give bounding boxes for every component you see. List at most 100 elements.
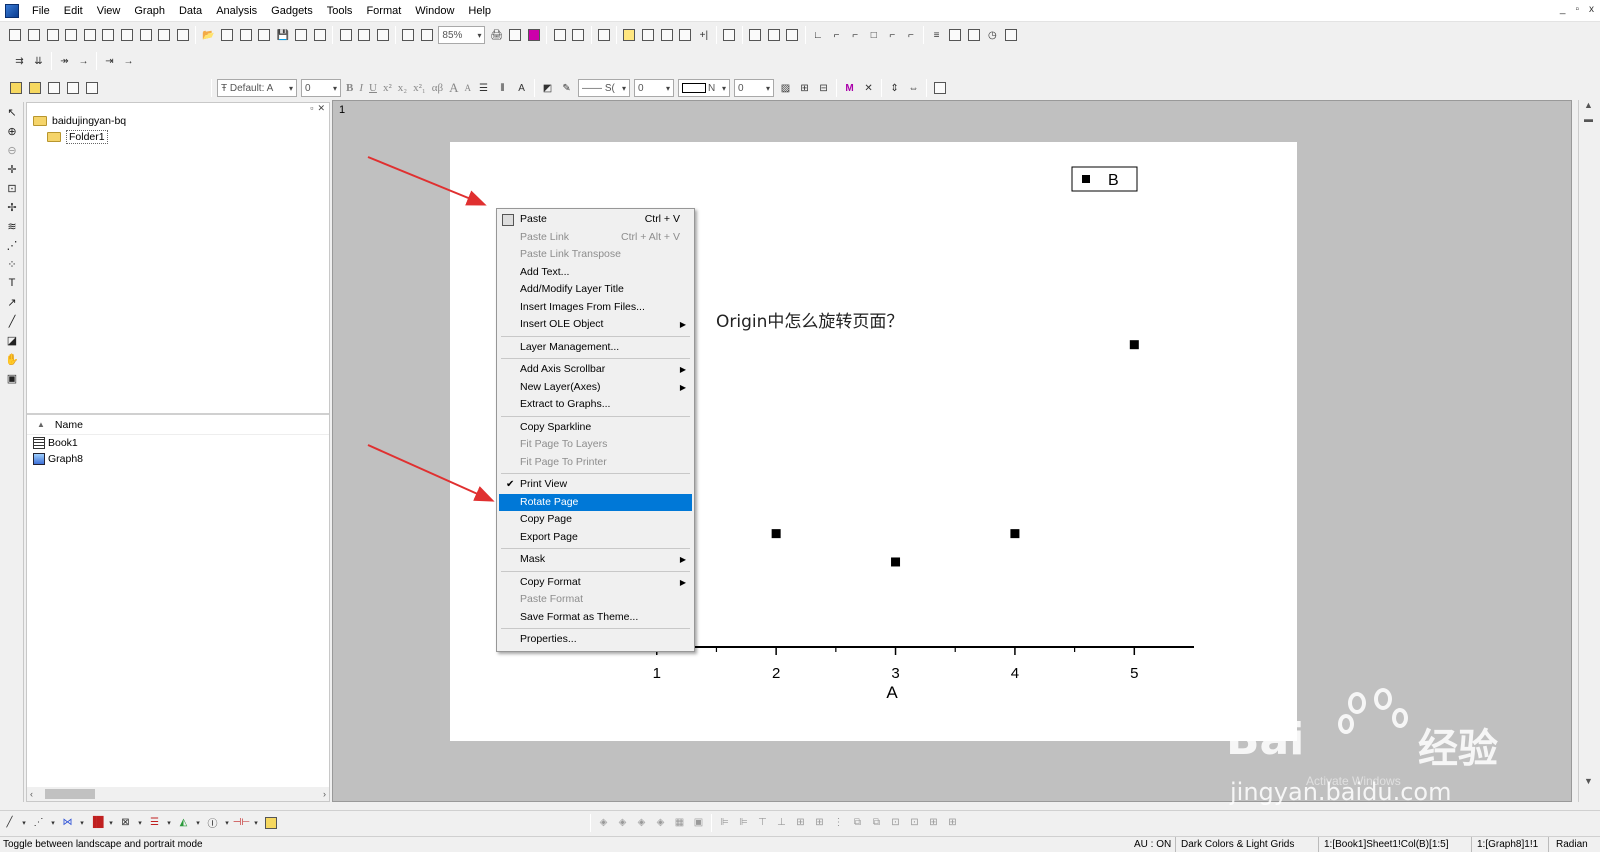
supersub-button[interactable]: x²₁ xyxy=(410,82,429,94)
chevron-down-icon[interactable]: ▾ xyxy=(107,814,115,831)
new-excel-icon[interactable] xyxy=(137,27,154,44)
import-icon[interactable] xyxy=(337,27,354,44)
region-select-icon[interactable]: ⁘ xyxy=(2,255,22,273)
shift-end-icon[interactable]: → xyxy=(120,53,137,70)
pointer-icon[interactable]: ↖ xyxy=(2,103,22,121)
x-tick-label[interactable]: 4 xyxy=(1011,665,1019,682)
scroll-thumb[interactable] xyxy=(45,789,95,799)
tree-root-folder[interactable]: baidujingyan-bq xyxy=(27,113,329,129)
menu-help[interactable]: Help xyxy=(461,0,498,22)
3d-scatter-icon[interactable]: ◈ xyxy=(614,814,631,831)
3d-wire-icon[interactable]: ◈ xyxy=(652,814,669,831)
import-multiple-icon[interactable] xyxy=(375,27,392,44)
chevron-down-icon[interactable]: ▾ xyxy=(78,814,86,831)
align-icon[interactable]: ☰ xyxy=(475,80,492,97)
menu-analysis[interactable]: Analysis xyxy=(209,0,264,22)
line-color-icon[interactable]: ✎ xyxy=(558,80,575,97)
save-window-icon[interactable] xyxy=(293,27,310,44)
polar-plot-icon[interactable]: Ⓘ xyxy=(204,814,221,831)
align-vcenter-icon[interactable]: ⊞ xyxy=(811,814,828,831)
menu-item-extract-to-graphs[interactable]: Extract to Graphs... xyxy=(499,396,692,414)
new-graph-icon[interactable] xyxy=(63,27,80,44)
scroll-left-icon[interactable]: ‹ xyxy=(30,789,33,799)
move-to-end-icon[interactable]: → xyxy=(75,53,92,70)
data-reader-icon[interactable]: ✢ xyxy=(2,198,22,216)
bold-button[interactable]: B xyxy=(343,82,356,94)
contour-icon[interactable]: ▦ xyxy=(671,814,688,831)
mask-points-icon[interactable]: ⋰ xyxy=(2,236,22,254)
align-hcenter-icon[interactable]: ⊞ xyxy=(792,814,809,831)
new-layout-icon[interactable] xyxy=(100,27,117,44)
greek-button[interactable]: αβ xyxy=(429,82,446,94)
zoom-in-icon[interactable]: ⊕ xyxy=(2,122,22,140)
results-log-icon[interactable] xyxy=(551,27,568,44)
duplicate-icon[interactable] xyxy=(400,27,417,44)
save-project-icon[interactable]: 💾 xyxy=(275,27,292,44)
screen-reader-icon[interactable]: ✛ xyxy=(2,160,22,178)
menu-item-mask[interactable]: Mask ▶ xyxy=(499,551,692,569)
status-active-layer[interactable]: 1:[Graph8]1!1 xyxy=(1477,839,1538,850)
menu-item-copy-sparkline[interactable]: Copy Sparkline xyxy=(499,419,692,437)
style-paste-icon[interactable] xyxy=(45,80,62,97)
layer-number[interactable]: 1 xyxy=(339,104,345,116)
new-code-icon[interactable] xyxy=(174,27,191,44)
shape-tool-icon[interactable]: ◪ xyxy=(2,331,22,349)
status-angle-unit[interactable]: Radian xyxy=(1556,839,1588,850)
font-size-combo[interactable]: 0 ▾ xyxy=(301,79,341,97)
underline-button[interactable]: U xyxy=(366,82,380,94)
style-reset-icon[interactable] xyxy=(83,80,100,97)
menu-item-add-text[interactable]: Add Text... xyxy=(499,264,692,282)
unmask-icon[interactable]: ✕ xyxy=(860,80,877,97)
project-explorer-icon[interactable] xyxy=(596,27,613,44)
restore-icon[interactable]: ▫ xyxy=(1575,4,1579,15)
menu-tools[interactable]: Tools xyxy=(320,0,360,22)
stack-icon[interactable]: ⇊ xyxy=(30,53,47,70)
x-tick-label[interactable]: 2 xyxy=(772,665,780,682)
style-brush-icon[interactable] xyxy=(7,80,24,97)
menu-item-save-format-as-theme[interactable]: Save Format as Theme... xyxy=(499,609,692,627)
increase-font-button[interactable]: A xyxy=(446,80,461,96)
font-color-icon[interactable]: A xyxy=(513,80,530,97)
menu-data[interactable]: Data xyxy=(172,0,209,22)
file-list-item[interactable]: Book1 xyxy=(27,435,329,451)
add-top-x-icon[interactable] xyxy=(765,27,782,44)
hatch-icon[interactable]: ▨ xyxy=(777,80,794,97)
new-matrix-icon[interactable] xyxy=(44,27,61,44)
table-icon[interactable] xyxy=(1003,27,1020,44)
list-header[interactable]: ▲ Name xyxy=(27,415,329,435)
axis-l-icon[interactable]: ∟ xyxy=(810,27,827,44)
x-axis-title[interactable]: A xyxy=(886,683,898,702)
move-right-icon[interactable]: ↠ xyxy=(56,53,73,70)
distribute-icon[interactable]: ⋮ xyxy=(830,814,847,831)
code-builder-icon[interactable] xyxy=(677,27,694,44)
export-graph-icon[interactable] xyxy=(507,27,524,44)
open-template-icon[interactable] xyxy=(219,27,236,44)
minimize-icon[interactable]: _ xyxy=(1560,4,1566,15)
layer-list-icon[interactable]: ≡ xyxy=(928,27,945,44)
collapse-icon[interactable]: ⇔ xyxy=(905,80,922,97)
group-icon[interactable]: ⧉ xyxy=(849,814,866,831)
chevron-down-icon[interactable]: ▾ xyxy=(252,814,260,831)
plot-points[interactable] xyxy=(771,340,1139,567)
menu-item-rotate-page[interactable]: Rotate Page xyxy=(499,493,692,511)
object-manager-icon[interactable] xyxy=(621,27,638,44)
style-apply-icon[interactable] xyxy=(64,80,81,97)
axis-top-icon[interactable]: ⌐ xyxy=(828,27,845,44)
data-point[interactable] xyxy=(771,529,781,539)
workspace-vscrollbar[interactable]: ▲ ▬ ▼ xyxy=(1578,100,1598,802)
scatter-plot-icon[interactable]: ⋰ xyxy=(30,814,47,831)
unframe-icon[interactable]: ⊞ xyxy=(944,814,961,831)
image-plot-icon[interactable]: ▣ xyxy=(690,814,707,831)
text-tool-icon[interactable]: T xyxy=(2,274,22,292)
grid-icon[interactable]: ⊟ xyxy=(815,80,832,97)
lock-icon[interactable] xyxy=(931,80,948,97)
pin-icon[interactable]: ▫ xyxy=(310,103,313,113)
line-width-combo[interactable]: 0 ▾ xyxy=(634,79,675,97)
chevron-down-icon[interactable]: ▾ xyxy=(49,814,57,831)
scroll-up-icon[interactable]: ▲ xyxy=(1579,100,1598,110)
chevron-down-icon[interactable]: ▾ xyxy=(223,814,231,831)
menu-item-print-view[interactable]: ✔ Print View xyxy=(499,476,692,494)
data-selector-icon[interactable]: ⊡ xyxy=(2,179,22,197)
close-icon[interactable]: x xyxy=(1589,4,1594,15)
align-left-icon[interactable]: ⊫ xyxy=(716,814,733,831)
